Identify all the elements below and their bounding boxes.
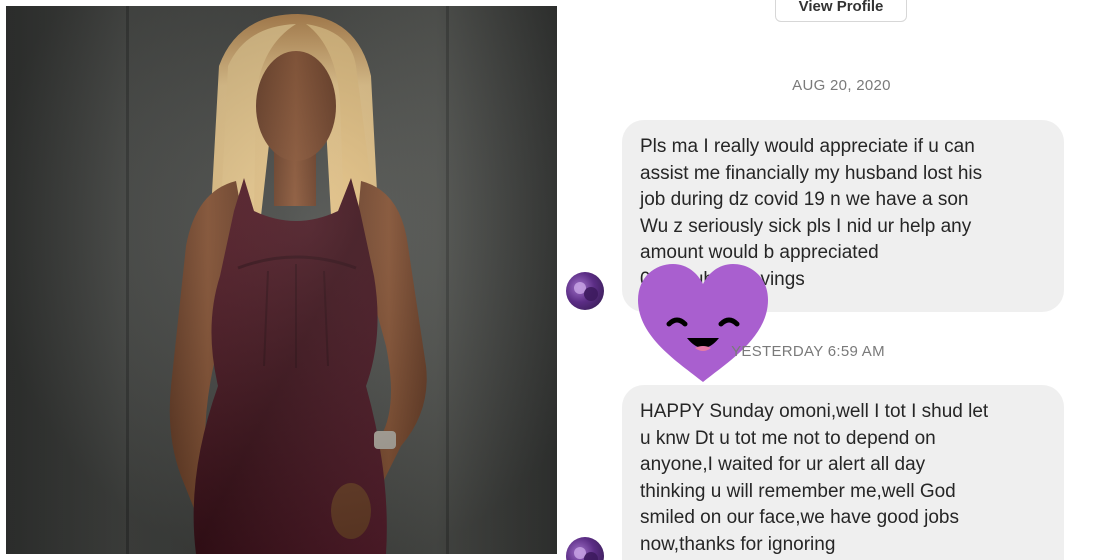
message-bubble[interactable]: HAPPY Sunday omoni,well I tot I shud let… [622,385,1064,560]
profile-photo [6,6,557,554]
message-line: Pls ma I really would appreciate if u ca… [640,136,975,157]
message-line: assist me financially my husband lost hi… [640,162,983,184]
photo-shading [6,6,557,554]
date-separator: AUG 20, 2020 [792,77,891,94]
message-line: u knw Dt u tot me not to depend on [640,427,936,449]
view-profile-button[interactable]: View Profile [775,0,907,22]
message-line: Wu z seriously sick pls I nid ur help an… [640,215,972,237]
date-separator: YESTERDAY 6:59 AM [731,343,885,360]
message-line: HAPPY Sunday omoni,well I tot I shud let [640,401,989,422]
smiling-purple-heart-icon [638,264,768,382]
message-line: now,thanks for ignoring [640,533,836,555]
user-avatar-icon[interactable] [566,272,604,310]
message-line: smiled on our face,we have good jobs [640,507,959,528]
message-line: job during dz covid 19 n we have a son [640,189,969,210]
chat-thread[interactable]: View Profile AUG 20, 2020 Pls ma I reall… [563,0,1120,560]
message-line: anyone,I waited for ur alert all day [640,454,926,475]
message-line: thinking u will remember me,well God [640,480,956,502]
user-avatar-icon[interactable] [566,537,604,560]
